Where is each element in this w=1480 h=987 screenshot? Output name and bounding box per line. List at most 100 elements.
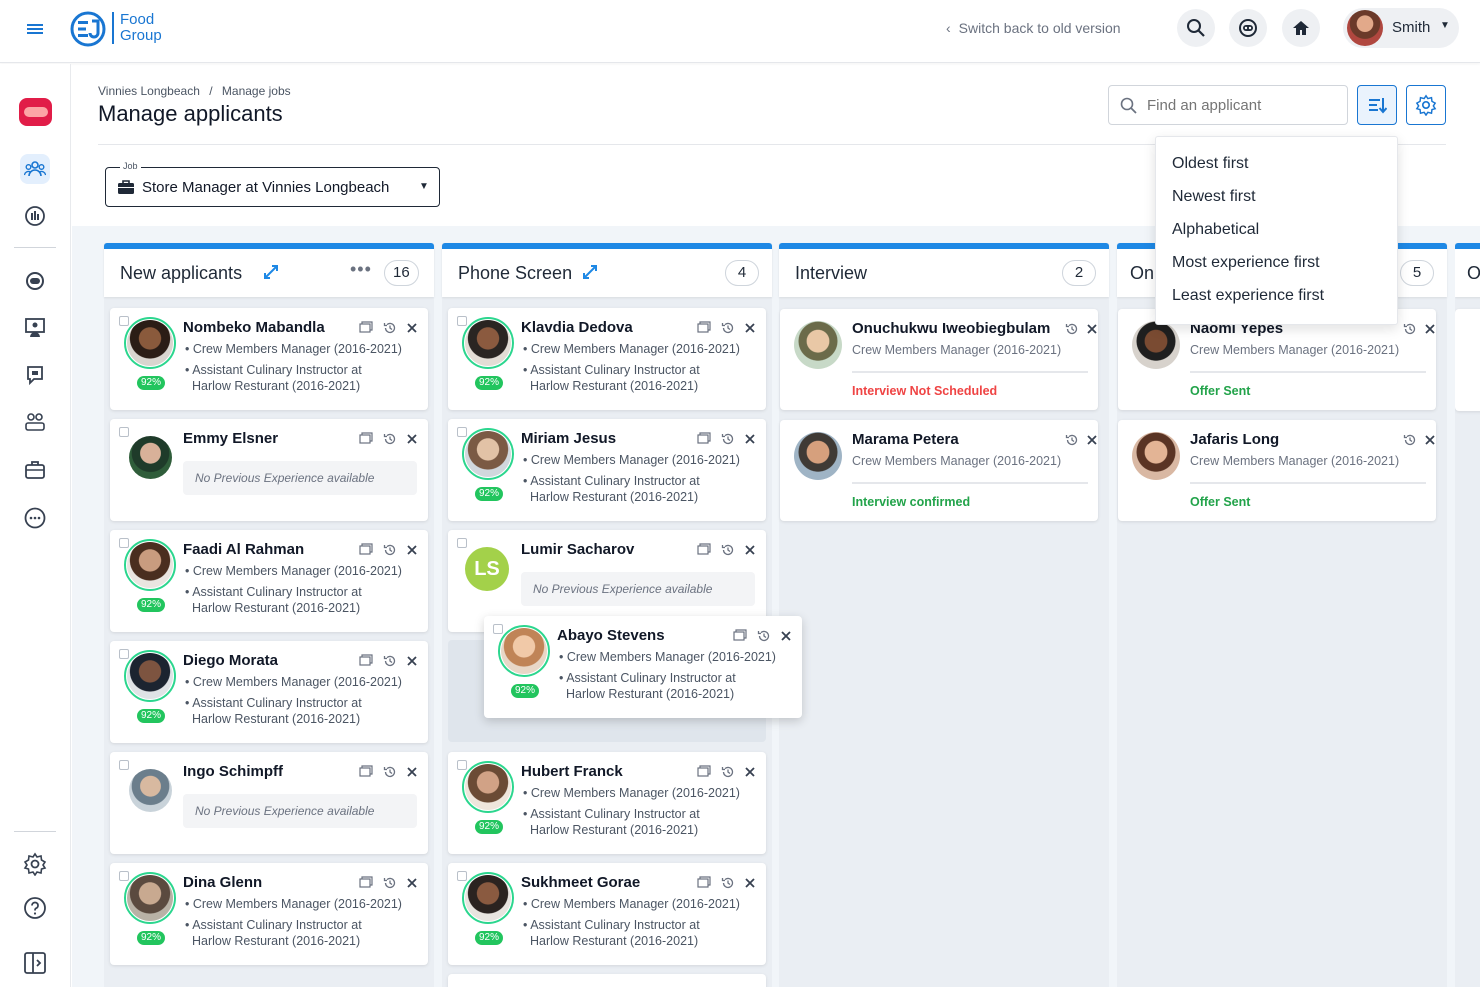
history-icon[interactable] (1403, 322, 1417, 336)
message-icon[interactable] (359, 543, 373, 557)
applicant-name[interactable]: Jafaris Long (1190, 431, 1279, 448)
history-icon[interactable] (383, 543, 397, 557)
applicant-name[interactable]: Dina Glenn (183, 874, 262, 891)
applicant-card[interactable]: 92% Faadi Al Rahman • Crew Members Manager… (110, 530, 428, 632)
applicant-card[interactable]: Onuchukwu Iweobiegbulam Crew Members Man… (780, 309, 1098, 410)
message-icon[interactable] (697, 321, 711, 335)
message-icon[interactable] (697, 543, 711, 557)
close-icon[interactable] (1423, 433, 1437, 447)
expand-icon[interactable] (262, 263, 280, 281)
select-checkbox[interactable] (457, 427, 467, 437)
sort-option-most-experience[interactable]: Most experience first (1172, 254, 1320, 272)
close-icon[interactable] (779, 629, 793, 643)
close-icon[interactable] (405, 876, 419, 890)
applicant-card[interactable] (448, 974, 766, 987)
applicant-name[interactable]: Lumir Sacharov (521, 541, 634, 558)
home-button[interactable] (1282, 9, 1320, 47)
select-checkbox[interactable] (457, 871, 467, 881)
select-checkbox[interactable] (493, 624, 503, 634)
close-icon[interactable] (743, 432, 757, 446)
breadcrumb-item[interactable]: Manage jobs (222, 84, 291, 98)
job-select[interactable]: Job Store Manager at Vinnies Longbeach ▼ (105, 161, 440, 207)
applicant-card[interactable]: 92% Diego Morata • Crew Members Manager (2… (110, 641, 428, 743)
applicant-card[interactable]: Ingo Schimpff No Previous Experience avai… (110, 752, 428, 854)
switch-back-link[interactable]: ‹ Switch back to old version (946, 20, 1121, 36)
user-menu[interactable]: Smith ▼ (1343, 8, 1459, 48)
applicant-name[interactable]: Marama Petera (852, 431, 959, 448)
assistant-button[interactable] (1229, 9, 1267, 47)
history-icon[interactable] (383, 432, 397, 446)
applicant-card[interactable]: Jafaris Long Crew Members Manager (2016-… (1118, 420, 1436, 521)
select-checkbox[interactable] (119, 871, 129, 881)
breadcrumb-item[interactable]: Vinnies Longbeach (98, 84, 200, 98)
history-icon[interactable] (721, 543, 735, 557)
restaurant-logo-icon[interactable] (19, 98, 52, 126)
applicant-name[interactable]: Onuchukwu Iweobiegbulam (852, 320, 1050, 337)
applicant-search[interactable] (1108, 85, 1348, 125)
applicant-name[interactable]: Hubert Franck (521, 763, 623, 780)
message-icon[interactable] (697, 432, 711, 446)
sort-button[interactable] (1357, 85, 1397, 125)
applicant-name[interactable]: Diego Morata (183, 652, 278, 669)
sidebar-applicants[interactable] (20, 154, 50, 184)
message-icon[interactable] (359, 765, 373, 779)
applicant-name[interactable]: Sukhmeet Gorae (521, 874, 640, 891)
close-icon[interactable] (405, 543, 419, 557)
more-options-icon[interactable]: ••• (350, 259, 372, 280)
history-icon[interactable] (383, 765, 397, 779)
message-icon[interactable] (697, 876, 711, 890)
message-icon[interactable] (359, 432, 373, 446)
close-icon[interactable] (743, 321, 757, 335)
sort-option-oldest[interactable]: Oldest first (1172, 155, 1248, 173)
history-icon[interactable] (721, 765, 735, 779)
select-checkbox[interactable] (119, 316, 129, 326)
history-icon[interactable] (383, 876, 397, 890)
applicant-name[interactable]: Abayo Stevens (557, 627, 665, 644)
expand-icon[interactable] (581, 263, 599, 281)
history-icon[interactable] (721, 876, 735, 890)
search-input[interactable] (1147, 95, 1337, 115)
board-settings-button[interactable] (1406, 85, 1446, 125)
close-icon[interactable] (405, 432, 419, 446)
logo-icon[interactable] (70, 11, 108, 47)
message-icon[interactable] (697, 765, 711, 779)
close-icon[interactable] (405, 321, 419, 335)
applicant-name[interactable]: Nombeko Mabandla (183, 319, 325, 336)
applicant-name[interactable]: Ingo Schimpff (183, 763, 283, 780)
sidebar-settings[interactable] (20, 849, 50, 879)
close-icon[interactable] (405, 765, 419, 779)
close-icon[interactable] (1085, 322, 1099, 336)
close-icon[interactable] (1423, 322, 1437, 336)
sidebar-feedback[interactable] (20, 360, 50, 390)
sidebar-more[interactable] (20, 503, 50, 533)
select-checkbox[interactable] (457, 538, 467, 548)
applicant-card[interactable]: 92% Dina Glenn • Crew Members Manager (201… (110, 863, 428, 965)
history-icon[interactable] (383, 321, 397, 335)
sidebar-presentation[interactable] (20, 313, 50, 343)
applicant-card[interactable]: 92% Sukhmeet Gorae • Crew Members Manager … (448, 863, 766, 965)
applicant-card[interactable]: 92% Klavdia Dedova • Crew Members Manager … (448, 308, 766, 410)
sidebar-collapse[interactable] (20, 948, 50, 978)
sort-option-alphabetical[interactable]: Alphabetical (1172, 221, 1259, 239)
close-icon[interactable] (405, 654, 419, 668)
message-icon[interactable] (359, 876, 373, 890)
select-checkbox[interactable] (457, 316, 467, 326)
message-icon[interactable] (359, 654, 373, 668)
history-icon[interactable] (721, 321, 735, 335)
applicant-card[interactable]: 92% Nombeko Mabandla • Crew Members Manage… (110, 308, 428, 410)
search-button[interactable] (1177, 9, 1215, 47)
history-icon[interactable] (1065, 322, 1079, 336)
message-icon[interactable] (733, 629, 747, 643)
sort-option-least-experience[interactable]: Least experience first (1172, 287, 1324, 305)
select-checkbox[interactable] (457, 760, 467, 770)
applicant-card[interactable]: 92% Hubert Franck • Crew Members Manager (… (448, 752, 766, 854)
applicant-card[interactable]: 92% Miriam Jesus • Crew Members Manager (2… (448, 419, 766, 521)
close-icon[interactable] (743, 765, 757, 779)
history-icon[interactable] (1403, 433, 1417, 447)
history-icon[interactable] (757, 629, 771, 643)
hamburger-menu-icon[interactable] (22, 18, 48, 40)
applicant-card[interactable]: Emmy Elsner No Previous Experience availa… (110, 419, 428, 521)
history-icon[interactable] (1065, 433, 1079, 447)
message-icon[interactable] (359, 321, 373, 335)
sort-option-newest[interactable]: Newest first (1172, 188, 1256, 206)
